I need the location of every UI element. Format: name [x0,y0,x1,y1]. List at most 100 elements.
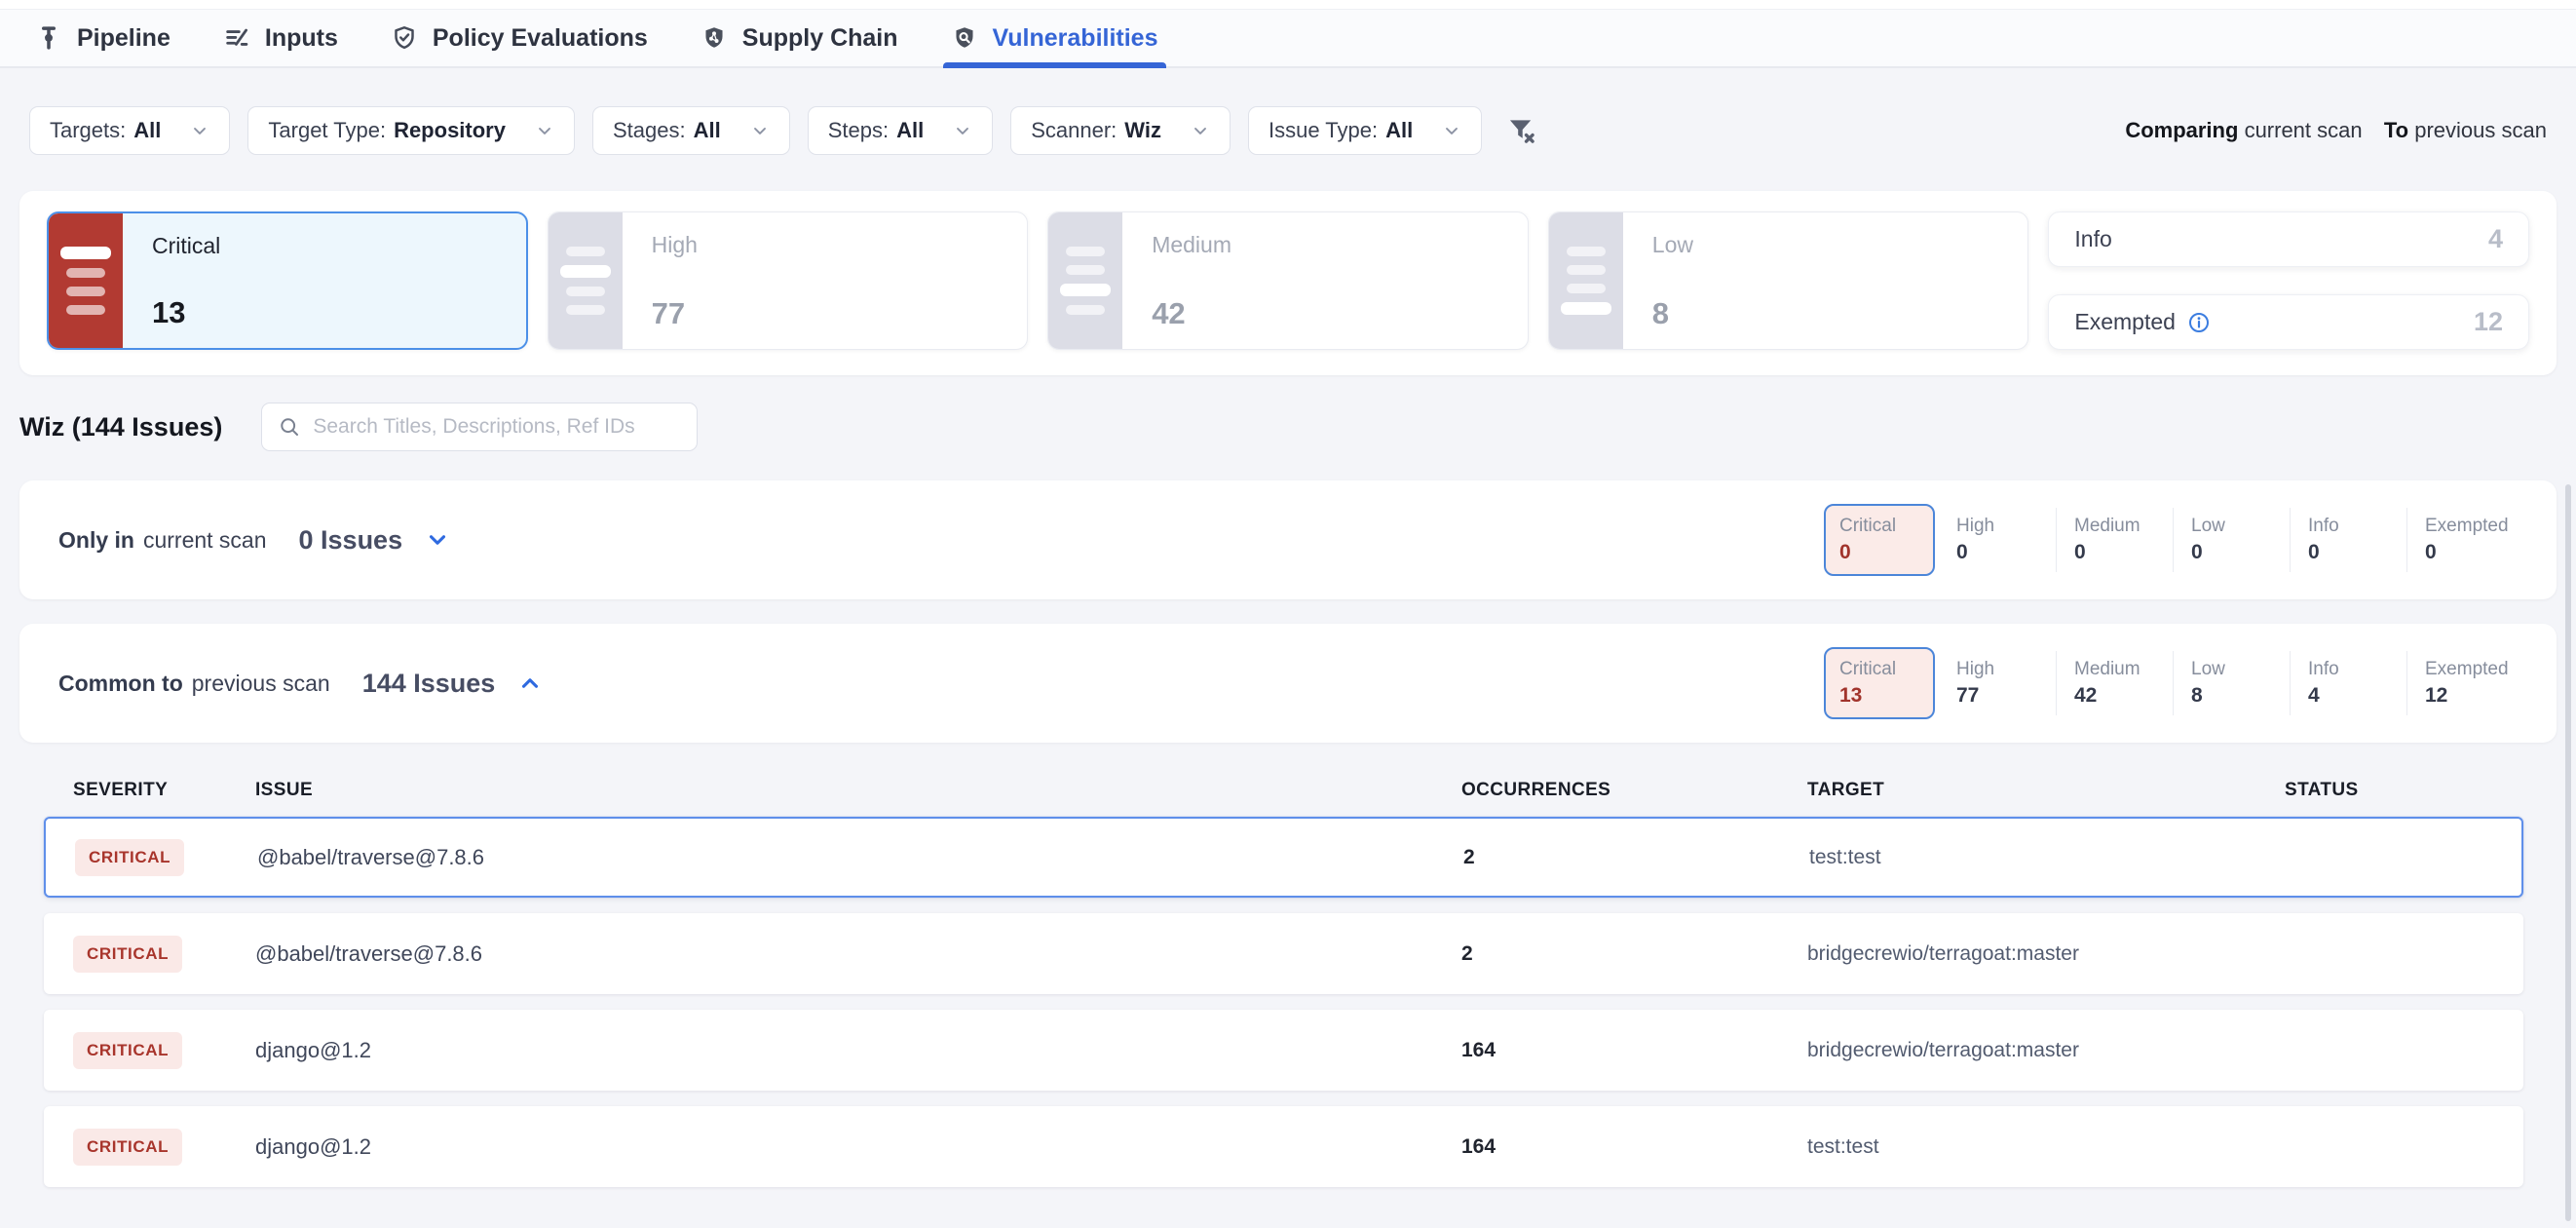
filter-stages[interactable]: Stages: All [592,106,790,155]
chip-low[interactable]: Low 8 [2173,651,2290,715]
chip-low[interactable]: Low 0 [2173,508,2290,572]
only-in-current-scan-section: Only in current scan 0 Issues Critical 0… [19,480,2557,599]
severity-card-low[interactable]: Low 8 [1548,211,2029,350]
target-cell: test:test [1809,846,2287,869]
filter-label: Targets: [50,118,126,143]
section-label-bold: Common to [58,671,183,697]
chip-info[interactable]: Info 0 [2290,508,2406,572]
tab-supply-chain[interactable]: Supply Chain [701,10,898,66]
chip-count: 4 [2308,684,2401,708]
target-cell: bridgecrewio/terragoat:master [1807,942,2285,966]
chip-exempted[interactable]: Exempted 0 [2406,508,2523,572]
search-input[interactable] [313,415,681,439]
severity-badge: CRITICAL [73,1129,182,1166]
clear-filters-button[interactable] [1499,108,1544,153]
severity-card-high[interactable]: High 77 [548,211,1029,350]
inputs-icon [223,24,250,52]
chip-label: Exempted [2425,516,2518,537]
table-row[interactable]: CRITICAL django@1.2 164 test:test [44,1106,2523,1187]
filter-target-type[interactable]: Target Type: Repository [247,106,575,155]
chip-medium[interactable]: Medium 42 [2056,651,2173,715]
filter-issue-type[interactable]: Issue Type: All [1248,106,1482,155]
issue-cell: django@1.2 [255,1038,1461,1063]
exempted-card[interactable]: Exempted 12 [2048,294,2529,350]
chip-medium[interactable]: Medium 0 [2056,508,2173,572]
table-row[interactable]: CRITICAL django@1.2 164 bridgecrewio/ter… [44,1010,2523,1091]
section-label: current scan [143,527,267,554]
table-row[interactable]: CRITICAL @babel/traverse@7.8.6 2 bridgec… [44,913,2523,994]
chip-count: 0 [1956,541,2050,564]
chip-high[interactable]: High 0 [1939,508,2056,572]
chip-critical[interactable]: Critical 0 [1824,504,1935,576]
chevron-down-icon[interactable] [425,527,450,553]
chip-label: Info [2308,516,2401,537]
tab-policy-evaluations[interactable]: Policy Evaluations [391,10,648,66]
tab-pipeline[interactable]: Pipeline [35,10,170,66]
filter-label: Target Type: [268,118,386,143]
chip-count: 0 [2308,541,2401,564]
only-in-current-scan-toggle[interactable]: Only in current scan 0 Issues [58,525,450,556]
chip-label: Critical [1839,659,1919,680]
chip-count: 13 [1839,684,1919,708]
severity-card-label: Medium [1152,232,1518,258]
info-card[interactable]: Info 4 [2048,211,2529,267]
tab-inputs[interactable]: Inputs [223,10,338,66]
column-header-issue: ISSUE [255,780,1461,801]
filter-label: Stages: [613,118,686,143]
chip-label: High [1956,516,2050,537]
filter-value: All [133,118,161,143]
chevron-down-icon [953,121,972,140]
target-cell: bridgecrewio/terragoat:master [1807,1039,2285,1062]
chip-critical[interactable]: Critical 13 [1824,647,1935,719]
comparing-bold: Comparing [2125,118,2238,142]
common-to-previous-scan-toggle[interactable]: Common to previous scan 144 Issues [58,669,543,699]
scanner-header: Wiz (144 Issues) [19,403,2547,451]
table-header-row: SEVERITY ISSUE OCCURRENCES TARGET STATUS [44,780,2523,801]
chip-exempted[interactable]: Exempted 12 [2406,651,2523,715]
occurrences-cell: 2 [1461,942,1807,966]
tab-label: Vulnerabilities [993,24,1158,53]
filter-scanner[interactable]: Scanner: Wiz [1010,106,1231,155]
info-circle-icon[interactable] [2187,311,2211,334]
severity-card-medium[interactable]: Medium 42 [1047,211,1529,350]
info-card-label: Info [2074,226,2111,252]
filter-label: Scanner: [1031,118,1117,143]
table-row[interactable]: CRITICAL @babel/traverse@7.8.6 2 test:te… [44,817,2523,898]
column-header-status: STATUS [2285,780,2523,801]
severity-card-label: Critical [152,233,516,259]
occurrences-cell: 164 [1461,1135,1807,1159]
filter-steps[interactable]: Steps: All [808,106,994,155]
chip-label: Medium [2074,516,2167,537]
occurrences-cell: 164 [1461,1039,1807,1062]
severity-card-critical[interactable]: Critical 13 [47,211,528,350]
comparing-previous: previous scan [2414,118,2547,142]
filter-value: All [694,118,721,143]
filter-label: Issue Type: [1269,118,1378,143]
chevron-up-icon[interactable] [517,671,543,696]
chip-info[interactable]: Info 4 [2290,651,2406,715]
chip-high[interactable]: High 77 [1939,651,2056,715]
severity-chip-group: Critical 13 High 77 Medium 42 Low 8 Info… [1824,647,2523,719]
chip-label: Critical [1839,516,1919,537]
vertical-scrollbar[interactable] [2565,484,2571,1221]
chip-label: High [1956,659,2050,680]
chip-count: 77 [1956,684,2050,708]
tab-label: Pipeline [77,24,170,53]
filter-value: Wiz [1124,118,1161,143]
filter-targets[interactable]: Targets: All [29,106,230,155]
issue-cell: @babel/traverse@7.8.6 [257,845,1463,870]
search-icon [278,415,301,439]
vulnerability-shield-icon [951,24,978,52]
common-to-previous-scan-section: Common to previous scan 144 Issues Criti… [19,624,2557,743]
chip-label: Medium [2074,659,2167,680]
comparing-current: current scan [2245,118,2363,142]
chip-count: 42 [2074,684,2167,708]
tab-vulnerabilities[interactable]: Vulnerabilities [951,10,1158,66]
chip-count: 0 [2191,541,2284,564]
tab-label: Inputs [265,24,338,53]
section-label-bold: Only in [58,527,134,554]
severity-summary-panel: Critical 13 High 77 Medium 42 Low 8 [19,191,2557,375]
severity-card-count: 13 [152,295,516,330]
severity-level-icon [1549,212,1623,349]
severity-level-icon [49,213,123,348]
